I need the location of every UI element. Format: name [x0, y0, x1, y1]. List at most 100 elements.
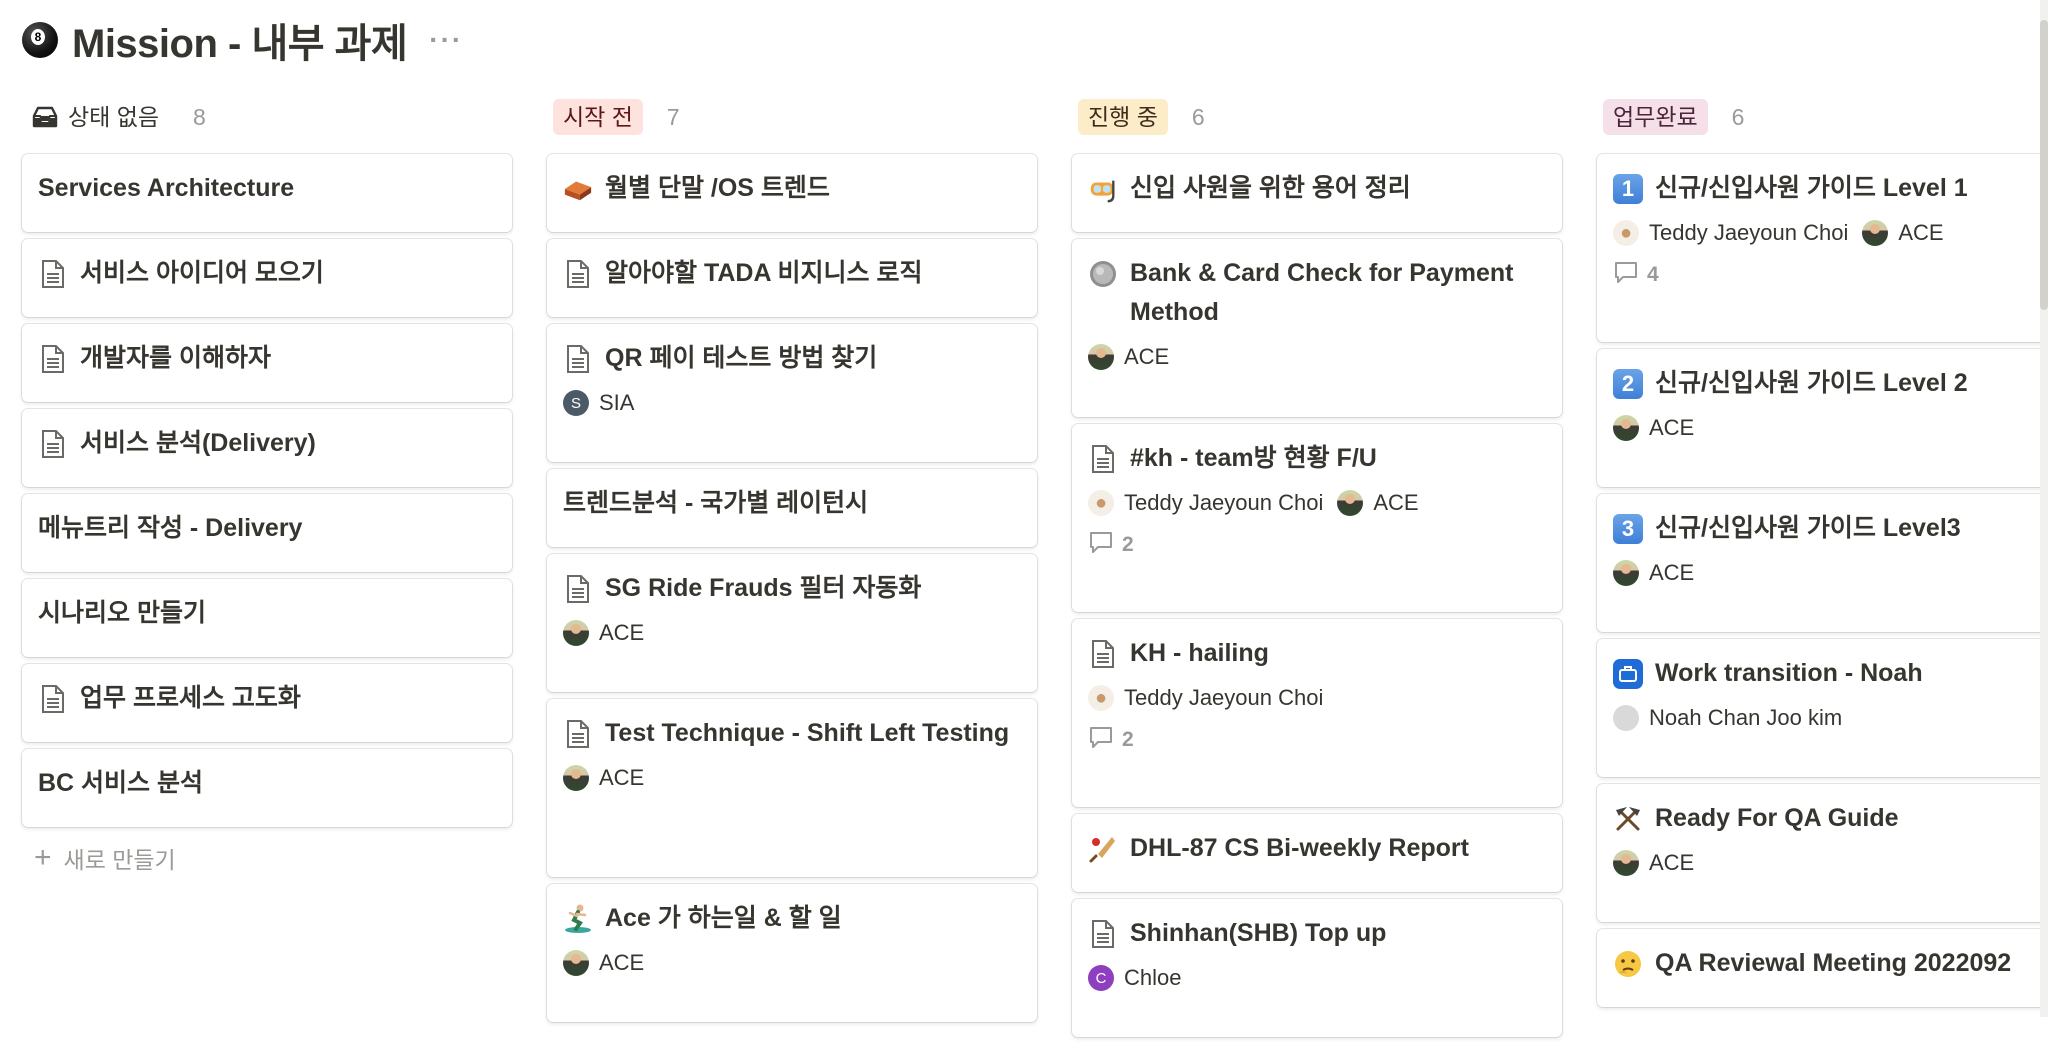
column-count: 6: [1191, 103, 1205, 130]
card[interactable]: 시나리오 만들기: [22, 579, 512, 657]
card-title: 메뉴트리 작성 - Delivery: [38, 514, 303, 542]
column-in-progress: 진행 중 6 신입 사원을 위한 용어 정리 Bank & Card Check…: [1072, 92, 1562, 1044]
card[interactable]: 메뉴트리 작성 - Delivery: [22, 494, 512, 572]
person-name: ACE: [1649, 415, 1695, 440]
card[interactable]: #kh - team방 현황 F/U ● Teddy Jaeyoun Choi …: [1072, 424, 1562, 612]
hammer-pick-icon: [1613, 799, 1643, 838]
keycap-1-icon: 1: [1613, 169, 1643, 208]
card-properties: ACE: [1613, 560, 2048, 586]
page-icon: [1088, 914, 1118, 953]
person: ACE: [1337, 490, 1419, 516]
card[interactable]: QA Reviewal Meeting 2022092: [1597, 929, 2048, 1007]
brick-icon: [563, 169, 593, 208]
card-properties: ACE: [1088, 344, 1546, 370]
card[interactable]: DHL-87 CS Bi-weekly Report: [1072, 814, 1562, 892]
card[interactable]: Bank & Card Check for Payment Method ACE: [1072, 239, 1562, 417]
card[interactable]: Work transition - Noah Noah Chan Joo kim: [1597, 639, 2048, 777]
avatar: [563, 950, 589, 976]
card[interactable]: Ready For QA Guide ACE: [1597, 784, 2048, 922]
card[interactable]: 개발자를 이해하자: [22, 324, 512, 402]
avatar: [1088, 344, 1114, 370]
card-title: 서비스 분석(Delivery): [80, 429, 316, 457]
card-title: DHL-87 CS Bi-weekly Report: [1130, 834, 1469, 862]
card-title: BC 서비스 분석: [38, 769, 204, 797]
card[interactable]: Test Technique - Shift Left Testing ACE: [547, 699, 1037, 877]
card-title: Work transition - Noah: [1655, 659, 1923, 687]
card[interactable]: 업무 프로세스 고도화: [22, 664, 512, 742]
page-title[interactable]: Mission - 내부 과제: [72, 11, 408, 69]
card-properties: ● Teddy Jaeyoun Choi: [1088, 685, 1546, 711]
avatar: [1862, 220, 1889, 246]
card-properties: ● Teddy Jaeyoun Choi ACE: [1088, 490, 1546, 516]
person: Noah Chan Joo kim: [1613, 705, 1842, 731]
comment-icon: [1088, 530, 1114, 560]
person-name: SIA: [599, 390, 635, 415]
card[interactable]: 알아야할 TADA 비지니스 로직: [547, 239, 1037, 317]
card-title: QR 페이 테스트 방법 찾기: [605, 344, 878, 372]
card-properties: ACE: [1613, 415, 2048, 441]
card[interactable]: KH - hailing ● Teddy Jaeyoun Choi 2: [1072, 619, 1562, 807]
teddy-bear-avatar: ●: [1613, 220, 1639, 246]
card[interactable]: 2 신규/신입사원 가이드 Level 2 ACE: [1597, 349, 2048, 487]
person: ● Teddy Jaeyoun Choi: [1088, 685, 1323, 711]
column-done: 업무완료 6 1 신규/신입사원 가이드 Level 1 ● Teddy Jae…: [1597, 92, 2048, 1044]
card-title: 신규/신입사원 가이드 Level 1: [1655, 174, 1968, 202]
person: ACE: [563, 950, 644, 976]
page-icon: [1088, 634, 1118, 673]
column-header[interactable]: 시작 전 7: [547, 92, 1037, 142]
more-options-button[interactable]: ···: [429, 24, 463, 56]
column-count: 7: [666, 103, 680, 130]
person: C Chloe: [1088, 965, 1181, 991]
card-title: 월별 단말 /OS 트렌드: [605, 174, 830, 202]
card[interactable]: 서비스 분석(Delivery): [22, 409, 512, 487]
card-properties: Noah Chan Joo kim: [1613, 705, 2048, 731]
card-title: 트렌드분석 - 국가별 레이턴시: [563, 489, 869, 517]
column-header[interactable]: 진행 중 6: [1072, 92, 1562, 142]
card[interactable]: Services Architecture: [22, 154, 512, 232]
teddy-bear-avatar: ●: [1088, 490, 1114, 516]
cricket-icon: [1088, 829, 1118, 868]
person: ACE: [1613, 850, 1694, 876]
thinking-face-icon: [1613, 944, 1643, 983]
scrollbar-thumb[interactable]: [2040, 20, 2048, 310]
card[interactable]: 1 신규/신입사원 가이드 Level 1 ● Teddy Jaeyoun Ch…: [1597, 154, 2048, 342]
card-title: KH - hailing: [1130, 639, 1269, 667]
card[interactable]: BC 서비스 분석: [22, 749, 512, 827]
card[interactable]: SG Ride Frauds 필터 자동화 ACE: [547, 554, 1037, 692]
card-title: 신규/신입사원 가이드 Level 2: [1655, 369, 1968, 397]
status-label: 업무완료: [1603, 99, 1708, 135]
card[interactable]: 월별 단말 /OS 트렌드: [547, 154, 1037, 232]
person: ACE: [1088, 344, 1169, 370]
card[interactable]: Shinhan(SHB) Top up C Chloe: [1072, 899, 1562, 1037]
avatar: [1613, 850, 1639, 876]
card[interactable]: Ace 가 하는일 & 할 일 ACE: [547, 884, 1037, 1022]
person: ACE: [1862, 220, 1944, 246]
new-card-button[interactable]: + 새로 만들기: [22, 841, 512, 875]
person-name: Teddy Jaeyoun Choi: [1124, 685, 1324, 710]
card[interactable]: 서비스 아이디어 모으기: [22, 239, 512, 317]
person-name: Chloe: [1124, 965, 1182, 990]
avatar: [563, 620, 589, 646]
person-name: ACE: [1649, 560, 1695, 585]
diving-mask-icon: [1088, 169, 1118, 208]
card-title: 신입 사원을 위한 용어 정리: [1130, 174, 1411, 202]
card[interactable]: QR 페이 테스트 방법 찾기 S SIA: [547, 324, 1037, 462]
column-count: 6: [1731, 103, 1745, 130]
column-header[interactable]: 상태 없음 8: [22, 92, 512, 142]
surfer-icon: [563, 899, 593, 938]
status-label: 상태 없음: [28, 99, 169, 135]
person-name: Noah Chan Joo kim: [1649, 705, 1843, 730]
card-title: Ace 가 하는일 & 할 일: [605, 904, 842, 932]
person-name: Teddy Jaeyoun Choi: [1124, 490, 1324, 515]
comment-icon: [1613, 260, 1639, 290]
page-icon: [563, 714, 593, 753]
card[interactable]: 3 신규/신입사원 가이드 Level3 ACE: [1597, 494, 2048, 632]
inbox-icon: [32, 106, 58, 128]
card[interactable]: 트렌드분석 - 국가별 레이턴시: [547, 469, 1037, 547]
card-title: QA Reviewal Meeting 2022092: [1655, 949, 2012, 977]
person-name: Teddy Jaeyoun Choi: [1649, 220, 1849, 245]
card[interactable]: 신입 사원을 위한 용어 정리: [1072, 154, 1562, 232]
page-icon: [38, 424, 68, 463]
eight-ball-icon: [22, 22, 58, 58]
column-header[interactable]: 업무완료 6: [1597, 92, 2048, 142]
